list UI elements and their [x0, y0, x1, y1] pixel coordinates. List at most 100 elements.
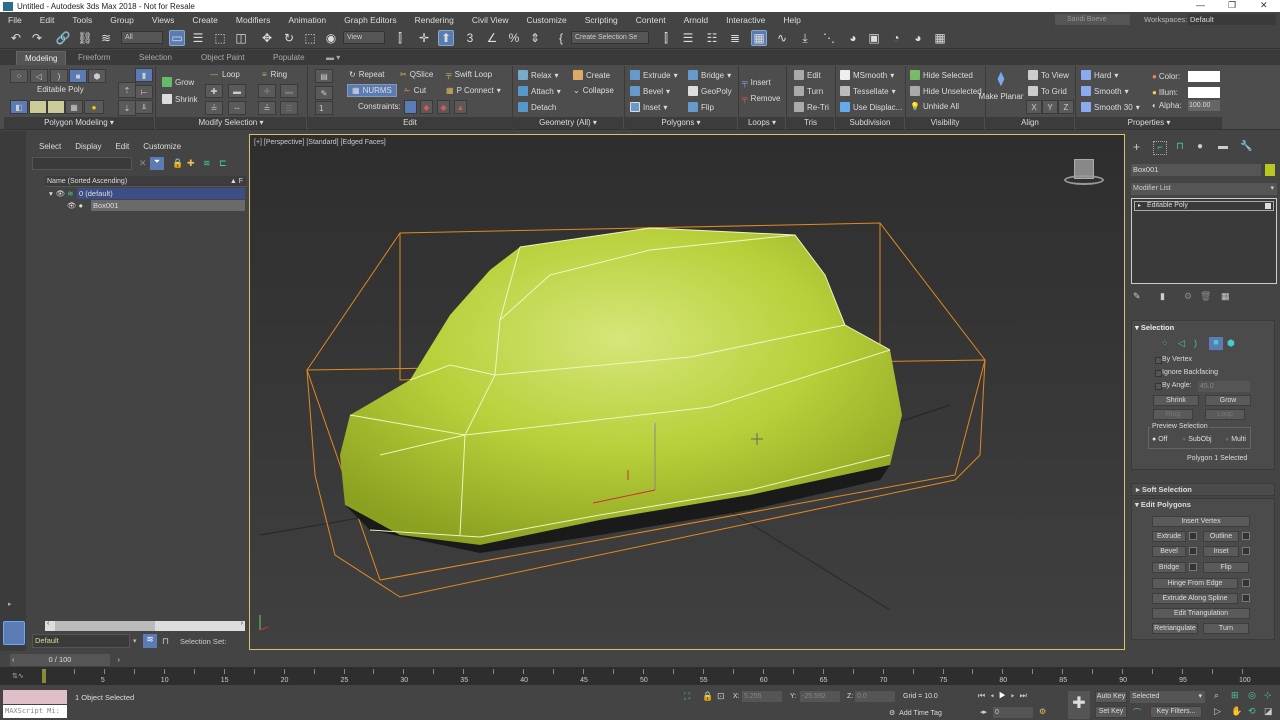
modifier-list-dropdown[interactable]: Modifier List ▾: [1131, 183, 1277, 195]
set-key-button[interactable]: Set Key: [1095, 706, 1127, 718]
edit-footer[interactable]: Edit: [308, 117, 512, 129]
edge-mode-button[interactable]: ◁: [30, 69, 48, 83]
align-z-button[interactable]: Z: [1058, 100, 1074, 114]
field-of-view-icon[interactable]: ▷: [1214, 706, 1221, 717]
polygon-subobj-icon[interactable]: ■: [1209, 337, 1223, 350]
align-footer[interactable]: Align: [986, 117, 1074, 129]
schematic-view-icon[interactable]: ⋱: [821, 30, 837, 46]
pin-stack-icon[interactable]: ✎: [1133, 291, 1141, 302]
pivot-center-icon[interactable]: ⫿: [392, 30, 408, 46]
preview-multi-radio[interactable]: ● Multi: [1225, 436, 1246, 443]
outline-button[interactable]: Outline: [1203, 531, 1239, 542]
scene-menu-edit[interactable]: Edit: [115, 142, 129, 151]
show-end-result-button[interactable]: ▮: [135, 68, 153, 82]
hinge-settings-button[interactable]: [1242, 579, 1250, 587]
preview-off-radio[interactable]: ● Off: [1152, 436, 1167, 443]
menu-tools[interactable]: Tools: [72, 15, 92, 25]
menu-animation[interactable]: Animation: [288, 15, 326, 25]
extrude-spline-settings-button[interactable]: [1242, 594, 1250, 602]
collapse-button[interactable]: ⌄ Collapse: [573, 86, 614, 95]
repeat-button[interactable]: ↻ Repeat: [349, 70, 385, 79]
turn-button[interactable]: Turn: [794, 86, 823, 96]
maxscript-mini-listener[interactable]: MAXScript Mi:: [3, 705, 67, 718]
extrude-button[interactable]: Extrude ▾: [630, 70, 678, 80]
to-grid-button[interactable]: To Grid: [1028, 86, 1067, 96]
bind-spacewarp-icon[interactable]: ≋: [98, 30, 114, 46]
visibility-eye-icon[interactable]: 👁: [67, 201, 77, 210]
material-editor-icon[interactable]: ◕: [845, 30, 861, 46]
swift-loop-button[interactable]: ╤ Swift Loop: [446, 70, 492, 79]
render-in-cloud-icon[interactable]: ▦: [932, 30, 948, 46]
render-setup-icon[interactable]: ▣: [866, 30, 882, 46]
shrink-loop-button[interactable]: ▬: [228, 84, 246, 98]
properties-footer[interactable]: Properties ▾: [1076, 117, 1222, 129]
constraint-normal-button[interactable]: ▲: [454, 100, 467, 114]
to-view-button[interactable]: To View: [1028, 70, 1069, 80]
perspective-viewport[interactable]: [+] [Perspective] [Standard] [Edged Face…: [249, 134, 1125, 650]
menu-interactive[interactable]: Interactive: [726, 15, 765, 25]
modify-selection-footer[interactable]: Modify Selection ▾: [156, 117, 306, 129]
window-crossing-icon[interactable]: ◫: [233, 30, 249, 46]
menu-file[interactable]: File: [8, 15, 22, 25]
maximize-button[interactable]: ❐: [1228, 0, 1236, 11]
loop-button[interactable]: Loop: [1205, 409, 1245, 420]
geopoly-button[interactable]: GeoPoly: [688, 86, 732, 96]
loop-button[interactable]: — Loop: [210, 70, 240, 79]
by-vertex-checkbox[interactable]: [1155, 357, 1162, 364]
scale-icon[interactable]: ⬚: [302, 30, 318, 46]
menu-scripting[interactable]: Scripting: [585, 15, 618, 25]
scene-search-input[interactable]: [32, 157, 132, 170]
edit-polygons-header[interactable]: ▾ Edit Polygons: [1135, 500, 1191, 509]
object-name-field[interactable]: Box001: [1131, 164, 1261, 176]
inset-button[interactable]: Inset ▾: [630, 102, 667, 112]
expand-icon[interactable]: ▸: [8, 600, 12, 608]
element-subobj-icon[interactable]: ⬢: [1227, 338, 1235, 349]
attach-button[interactable]: Attach ▾: [518, 86, 561, 96]
dope-sheet-icon[interactable]: ⤓: [797, 30, 813, 46]
menu-rendering[interactable]: Rendering: [415, 15, 454, 25]
preview-multi-button[interactable]: [47, 100, 65, 114]
tab-populate[interactable]: Populate: [265, 51, 313, 65]
align-icon[interactable]: ☰: [680, 30, 696, 46]
collapse-stack-button[interactable]: ⫫: [135, 100, 153, 114]
grow-loop-button[interactable]: ✚: [205, 84, 223, 98]
clear-search-icon[interactable]: ✕: [139, 158, 147, 169]
redo-icon[interactable]: ↷: [29, 30, 45, 46]
select-object-icon[interactable]: ▭: [169, 30, 185, 46]
workspaces-dropdown[interactable]: Default: [1188, 14, 1276, 25]
show-end-result-icon[interactable]: ▮: [1160, 291, 1165, 302]
go-up-button[interactable]: ⇡: [118, 82, 136, 98]
inset-button[interactable]: Inset: [1203, 546, 1239, 557]
rendered-frame-icon[interactable]: ◔: [888, 30, 904, 46]
smooth30-button[interactable]: Smooth 30 ▾: [1081, 102, 1140, 112]
maxscript-listener-output[interactable]: [3, 690, 67, 704]
orbit-icon[interactable]: ⟲: [1248, 706, 1256, 717]
configure-sets-icon[interactable]: ▦: [1221, 291, 1230, 302]
x-coordinate-field[interactable]: 5.255: [742, 691, 782, 702]
named-selection-dropdown[interactable]: Create Selection Se: [571, 31, 649, 44]
play-icon[interactable]: ▶: [999, 691, 1011, 700]
constraint-face-button[interactable]: ◆: [437, 100, 450, 114]
retri-button[interactable]: Re-Tri: [794, 102, 829, 112]
modify-tab-icon[interactable]: ⌐: [1153, 141, 1167, 155]
sort-by-hierarchy-icon[interactable]: ⊓: [162, 636, 169, 647]
keyboard-shortcut-icon[interactable]: ⬆: [438, 30, 454, 46]
menu-graph-editors[interactable]: Graph Editors: [344, 15, 396, 25]
menu-modifiers[interactable]: Modifiers: [236, 15, 270, 25]
insert-vertex-button[interactable]: Insert Vertex: [1152, 516, 1250, 527]
tab-modeling[interactable]: Modeling: [16, 51, 67, 65]
layer-explorer-icon[interactable]: ≣: [727, 30, 743, 46]
constraint-none-button[interactable]: [404, 100, 417, 114]
by-angle-checkbox[interactable]: [1155, 383, 1162, 390]
border-subobj-icon[interactable]: ): [1194, 338, 1197, 348]
insert-loop-button[interactable]: ╤ Insert: [742, 78, 771, 87]
unlink-icon[interactable]: ⛓: [77, 30, 93, 46]
add-layer-icon[interactable]: ✚: [187, 158, 195, 169]
z-coordinate-field[interactable]: 0.0: [855, 691, 895, 702]
menu-views[interactable]: Views: [152, 15, 175, 25]
menu-help[interactable]: Help: [783, 15, 800, 25]
ring-button[interactable]: Ring: [1153, 409, 1193, 420]
loop-mode-button[interactable]: ≟: [205, 101, 223, 115]
make-planar-icon[interactable]: ⧫: [990, 68, 1012, 88]
snap-3d-icon[interactable]: 3: [462, 30, 478, 46]
